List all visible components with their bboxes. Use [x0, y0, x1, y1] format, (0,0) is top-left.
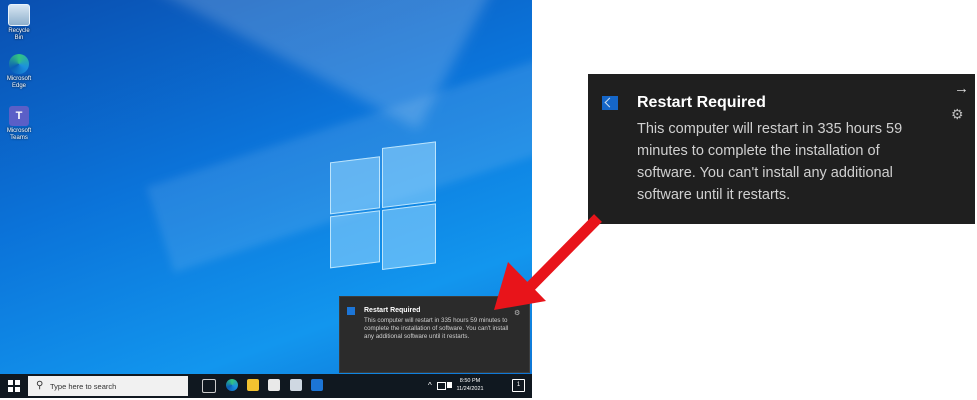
network-icon[interactable] [437, 382, 446, 390]
volume-icon[interactable] [447, 382, 452, 388]
desktop-icon-label: Recycle Bin [8, 28, 30, 41]
edge-taskbar-icon[interactable] [226, 379, 238, 391]
desktop-icon-label: Microsoft Teams [6, 128, 32, 141]
desktop-icon-teams[interactable]: T Microsoft Teams [4, 106, 34, 142]
desktop-screenshot: Recycle Bin Microsoft Edge T Microsoft T… [0, 0, 532, 398]
app-icon [347, 307, 355, 315]
settings-gear-icon[interactable]: ⚙ [514, 309, 520, 317]
desktop-icon-label: Microsoft Edge [6, 76, 32, 89]
search-icon: ⚲ [36, 380, 44, 391]
clock-time: 8:50 PM [459, 378, 481, 384]
arrow-right-icon[interactable]: → [954, 80, 969, 97]
toast-title: Restart Required [364, 307, 421, 314]
restart-toast-zoomed[interactable]: Restart Required This computer will rest… [588, 74, 975, 224]
settings-gear-icon[interactable]: ⚙ [951, 106, 964, 123]
store-icon[interactable] [268, 379, 280, 391]
software-center-icon[interactable] [311, 379, 323, 391]
action-center-icon[interactable]: 1 [512, 379, 525, 392]
desktop-icon-edge[interactable]: Microsoft Edge [4, 54, 34, 90]
desktop-icon-recycle-bin[interactable]: Recycle Bin [4, 4, 34, 42]
task-view-icon[interactable] [202, 379, 216, 393]
windows-logo-wallpaper [330, 141, 436, 273]
restart-toast-small[interactable]: Restart Required This computer will rest… [339, 296, 530, 373]
toast-message: This computer will restart in 335 hours … [637, 121, 903, 203]
clock-date: 11/24/2021 [456, 386, 484, 392]
annotation-arrow-shaft [526, 214, 602, 291]
taskbar-clock[interactable]: 8:50 PM 11/24/2021 [455, 377, 485, 393]
search-placeholder: Type here to search [50, 382, 117, 391]
tray-chevron-icon[interactable]: ^ [428, 381, 432, 390]
taskbar: ⚲ Type here to search ^ 8:50 PM 11/24/20… [0, 374, 532, 398]
teams-icon: T [9, 106, 29, 126]
app-icon [602, 96, 618, 110]
file-explorer-icon[interactable] [247, 379, 259, 391]
mail-icon[interactable] [290, 379, 302, 391]
edge-icon [9, 54, 29, 74]
taskbar-search-box[interactable]: ⚲ Type here to search [28, 376, 188, 396]
toast-message: This computer will restart in 335 hours … [364, 317, 509, 341]
start-button[interactable] [8, 380, 20, 392]
toast-title: Restart Required [637, 94, 766, 111]
recycle-bin-icon [8, 4, 30, 26]
